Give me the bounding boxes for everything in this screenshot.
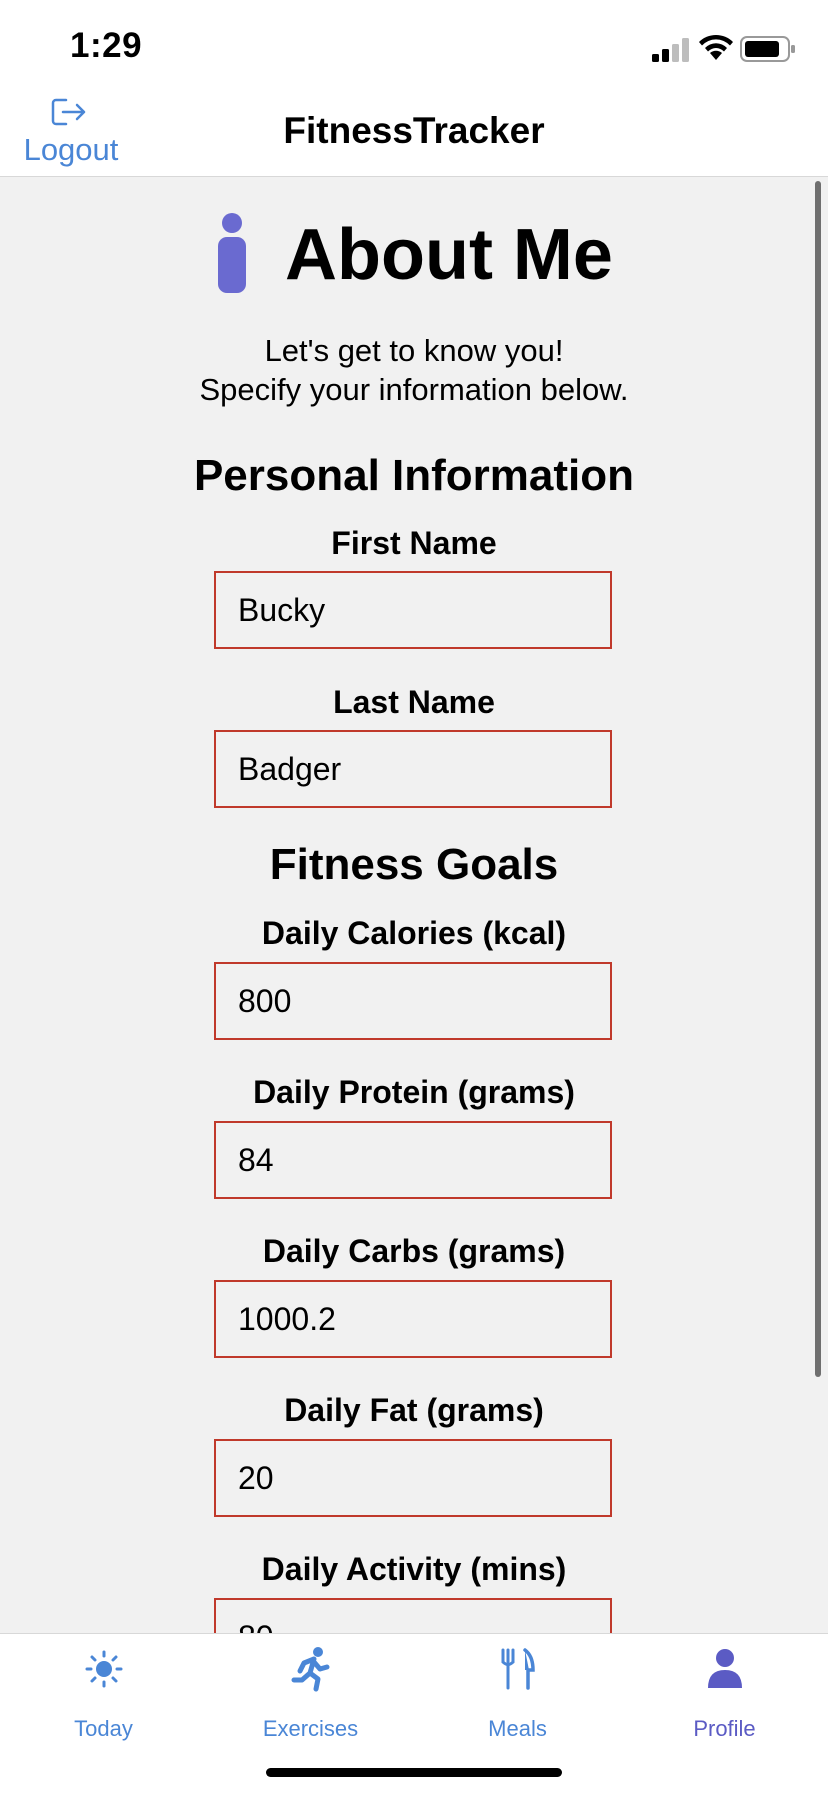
home-indicator[interactable] bbox=[266, 1768, 562, 1777]
cellular-signal-icon bbox=[652, 38, 689, 62]
person-icon bbox=[218, 213, 246, 293]
tab-profile[interactable]: Profile bbox=[621, 1634, 828, 1754]
sun-icon bbox=[85, 1650, 123, 1688]
last-name-label: Last Name bbox=[333, 684, 495, 720]
daily-activity-field[interactable] bbox=[214, 1598, 612, 1633]
tab-label: Meals bbox=[488, 1716, 547, 1741]
page-title: FitnessTracker bbox=[283, 110, 545, 151]
tab-label: Profile bbox=[693, 1716, 756, 1741]
tab-exercises[interactable]: Exercises bbox=[207, 1634, 414, 1754]
running-icon bbox=[291, 1647, 330, 1692]
status-time: 1:29 bbox=[70, 26, 143, 65]
intro-line-1: Let's get to know you! bbox=[264, 333, 564, 368]
about-me-header: About Me bbox=[0, 213, 828, 303]
tab-today[interactable]: Today bbox=[0, 1634, 207, 1754]
daily-fat-field[interactable] bbox=[214, 1439, 612, 1517]
last-name-field[interactable] bbox=[214, 730, 612, 808]
section-personal-information: Personal Information bbox=[193, 451, 635, 500]
intro-line-2: Specify your information below. bbox=[199, 372, 629, 407]
daily-carbs-field[interactable] bbox=[214, 1280, 612, 1358]
status-bar: 1:29 bbox=[0, 0, 828, 92]
daily-carbs-label: Daily Carbs (grams) bbox=[262, 1233, 566, 1269]
daily-calories-label: Daily Calories (kcal) bbox=[261, 915, 567, 951]
tab-label: Today bbox=[74, 1716, 133, 1741]
section-fitness-goals: Fitness Goals bbox=[269, 840, 559, 889]
daily-protein-field[interactable] bbox=[214, 1121, 612, 1199]
first-name-field[interactable] bbox=[214, 571, 612, 649]
daily-activity-label: Daily Activity (mins) bbox=[261, 1551, 567, 1587]
about-me-title: About Me bbox=[285, 215, 613, 295]
daily-calories-field[interactable] bbox=[214, 962, 612, 1040]
battery-icon bbox=[740, 36, 795, 62]
utensils-icon bbox=[501, 1648, 535, 1690]
wifi-icon bbox=[699, 34, 733, 60]
intro-text: Let's get to know you! Specify your info… bbox=[0, 331, 828, 409]
profile-form-scroll[interactable]: About Me Let's get to know you! Specify … bbox=[0, 177, 828, 1633]
first-name-label: First Name bbox=[331, 525, 497, 561]
tab-label: Exercises bbox=[262, 1716, 359, 1741]
daily-fat-label: Daily Fat (grams) bbox=[284, 1392, 544, 1428]
daily-protein-label: Daily Protein (grams) bbox=[253, 1074, 575, 1110]
tab-meals[interactable]: Meals bbox=[414, 1634, 621, 1754]
nav-header: Logout FitnessTracker bbox=[0, 92, 828, 177]
person-icon bbox=[708, 1649, 742, 1688]
